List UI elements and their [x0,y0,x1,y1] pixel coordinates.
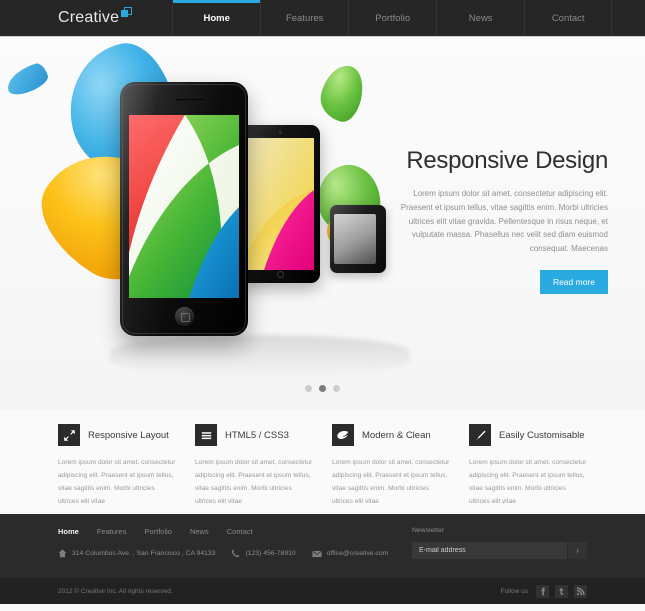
newsletter-form: › [412,542,587,559]
decor-blob-green-top [315,60,369,126]
nav-item-contact[interactable]: Contact [524,0,613,36]
nav-label: News [468,12,493,24]
hero-slider: Responsive Design Lorem ipsum dolor sit … [0,37,645,410]
follow-us-label: Follow us [500,587,528,595]
read-more-button[interactable]: Read more [539,269,608,294]
twitter-icon[interactable] [555,584,568,598]
footer-left: Home Features Portfolio News Contact 314… [58,527,398,578]
hero-device-illustration [0,37,410,397]
phone-wallpaper [129,115,239,298]
phone-icon [231,549,240,558]
hero-title: Responsive Design [406,147,608,174]
device-reflection [110,335,410,377]
contact-email-text: office@creative.com [326,550,389,557]
feature-text: Lorem ipsum dolor sit amet, consectetur … [195,459,313,505]
nav-item-portfolio[interactable]: Portfolio [348,0,436,36]
feature-text: Lorem ipsum dolor sit amet, consectetur … [58,459,176,505]
nav-item-home[interactable]: Home [172,0,261,36]
footer-nav-item-news[interactable]: News [190,527,209,536]
newsletter-label: Newsletter [412,527,445,534]
feature-text: Lorem ipsum dolor sit amet, consectetur … [469,459,587,505]
hero-copy: Responsive Design Lorem ipsum dolor sit … [398,147,608,294]
footer-nav-item-features[interactable]: Features [97,527,127,536]
feature-title: HTML5 / CSS3 [225,429,289,441]
envelope-icon [312,550,322,558]
feature-text: Lorem ipsum dolor sit amet, consectetur … [332,459,450,505]
tablet-wallpaper [246,138,314,270]
footer-contacts: 314 Columbus Ave. , San Francisco , CA 9… [58,549,398,558]
nav-label: Features [285,12,324,24]
contact-phone-text: (123) 456-78910 [245,550,296,557]
list-lines-icon [195,424,217,446]
contact-address: 314 Columbus Ave. , San Francisco , CA 9… [58,549,215,558]
device-tablet [240,125,320,283]
newsletter-email-input[interactable] [412,542,567,559]
leaf-icon [332,424,354,446]
pencil-icon [469,424,491,446]
slider-pagination [0,385,645,392]
feature-title: Modern & Clean [362,429,431,441]
feature-item-easily-customisable: Easily Customisable Lorem ipsum dolor si… [469,424,587,514]
contact-email: office@creative.com [312,550,389,558]
feature-item-responsive-layout: Responsive Layout Lorem ipsum dolor sit … [58,424,176,514]
nav-item-news[interactable]: News [436,0,524,36]
copyright-text: 2012 © Creative Inc. All rights reserved… [58,587,173,595]
resize-arrows-icon [58,424,80,446]
contact-phone: (123) 456-78910 [231,549,296,558]
footer-nav-item-contact[interactable]: Contact [227,527,253,536]
rss-icon[interactable] [574,584,587,598]
device-smartphone-small [330,205,386,273]
logo-text: Creative [58,9,120,26]
nav-label: Home [203,12,230,24]
nav-label: Portfolio [375,12,411,24]
decor-blob-blue-small [3,61,51,98]
site-header: Creative Home Features Portfolio News Co… [0,0,645,37]
features-section: Responsive Layout Lorem ipsum dolor sit … [0,410,645,514]
slider-dot-1[interactable] [305,385,312,392]
bottom-bar: 2012 © Creative Inc. All rights reserved… [0,578,645,604]
main-nav: Home Features Portfolio News Contact [172,0,613,36]
slider-dot-2[interactable] [319,385,326,392]
hero-description: Lorem ipsum dolor sit amet, consectetur … [400,189,608,253]
feature-title: Responsive Layout [88,429,169,441]
contact-address-text: 314 Columbus Ave. , San Francisco , CA 9… [72,550,216,557]
slider-dot-3[interactable] [333,385,340,392]
footer-nav-item-portfolio[interactable]: Portfolio [144,527,172,536]
newsletter-section: Newsletter › [412,527,587,578]
feature-item-html5-css3: HTML5 / CSS3 Lorem ipsum dolor sit amet,… [195,424,313,514]
home-icon [58,549,67,558]
nav-item-features[interactable]: Features [260,0,348,36]
follow-us-group: Follow us [500,584,587,598]
device-smartphone [120,82,248,336]
squares-logo-icon [121,7,133,18]
site-footer: Home Features Portfolio News Contact 314… [0,514,645,578]
feature-item-modern-clean: Modern & Clean Lorem ipsum dolor sit ame… [332,424,450,514]
facebook-icon[interactable] [536,584,549,598]
footer-nav: Home Features Portfolio News Contact [58,527,398,536]
newsletter-submit-button[interactable]: › [567,542,587,559]
feature-title: Easily Customisable [499,429,585,441]
site-logo[interactable]: Creative [58,0,133,36]
footer-nav-item-home[interactable]: Home [58,527,79,536]
nav-label: Contact [551,12,585,24]
